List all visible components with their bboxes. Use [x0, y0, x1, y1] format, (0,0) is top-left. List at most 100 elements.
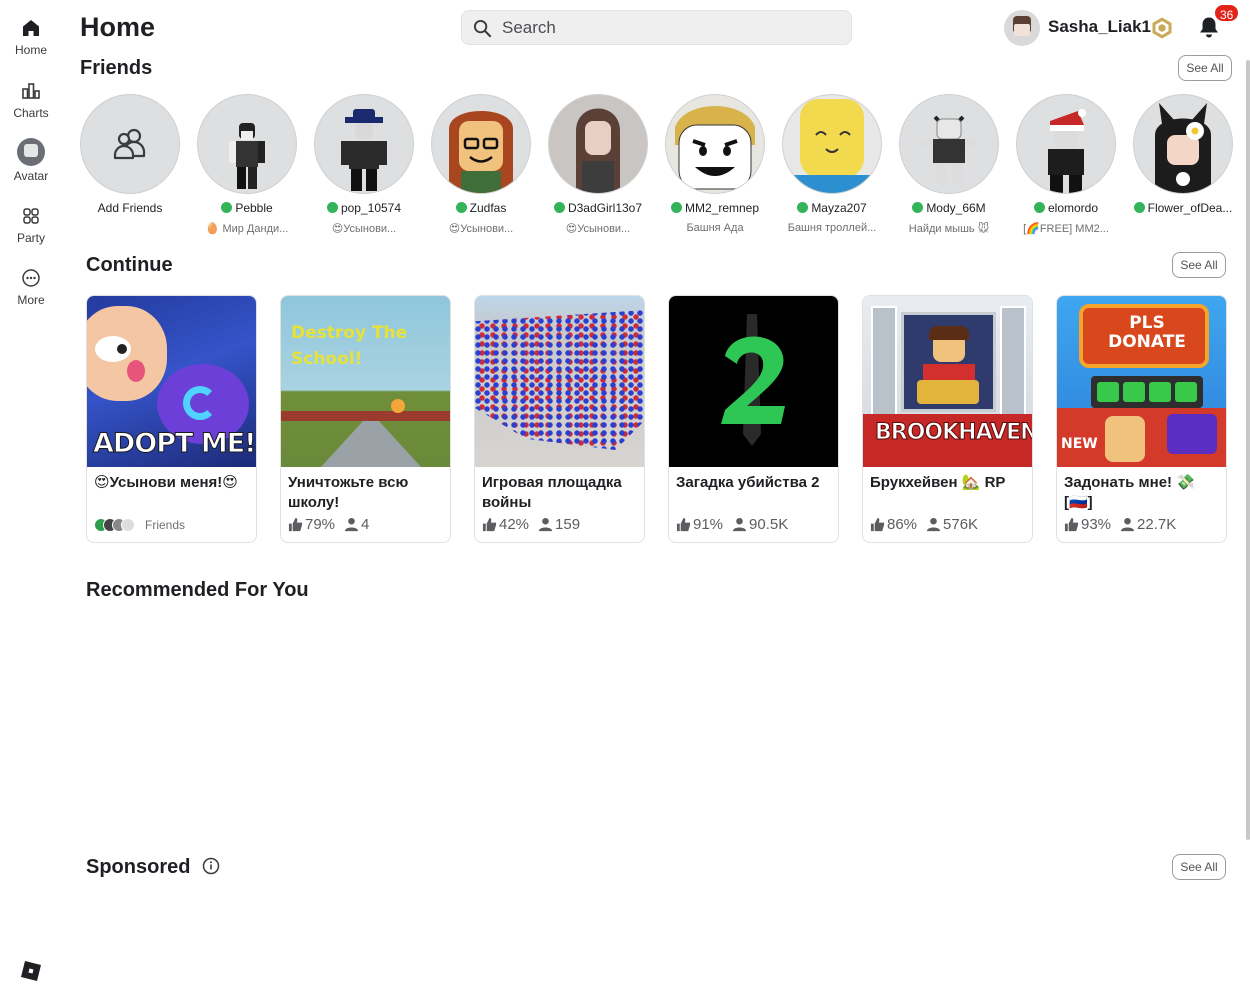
friend-status[interactable]: Башня троллей... [777, 222, 887, 234]
home-icon [23, 20, 39, 36]
friend-name: Zudfas [469, 201, 507, 215]
game-rating: 93% [1081, 516, 1112, 533]
friend-name: Pebble [235, 201, 273, 215]
user-avatar[interactable] [1004, 10, 1040, 46]
playing-friends: Friends [94, 518, 185, 532]
roblox-logo-icon[interactable] [20, 960, 42, 982]
game-players: 90.5K [749, 516, 789, 533]
game-title: Задонать мне! 💸 [🇷🇺] [1064, 474, 1195, 511]
friend-status[interactable]: 😍Усынови... [426, 222, 536, 235]
game-thumbnail[interactable]: BROOKHAVEN [863, 296, 1032, 467]
game-card-adopt-me[interactable]: ADOPT ME! 😍Усынови меня!😍 Friends [86, 295, 257, 543]
friend-status[interactable]: 😍Усынови... [309, 222, 419, 235]
online-status-dot [1033, 202, 1045, 213]
friend-tile[interactable]: Pebble 🥚 Мир Данди... [192, 94, 302, 235]
friends-section-title: Friends [80, 57, 153, 79]
nav-avatar[interactable]: Avatar [0, 138, 62, 183]
game-thumbnail[interactable]: PLS DONATE NEW [1057, 296, 1226, 467]
nav-avatar-label: Avatar [13, 169, 49, 183]
mm2-logo-icon [721, 314, 785, 446]
thumbnail-title: PLS DONATE [1108, 313, 1186, 352]
game-players: 576K [943, 516, 979, 533]
avatar-figure-icon [921, 115, 977, 183]
search-icon [473, 19, 492, 38]
friend-avatar[interactable] [782, 94, 882, 194]
friend-name: MM2_remnep [684, 201, 760, 215]
online-status-dot [455, 202, 467, 213]
friend-avatar[interactable] [665, 94, 765, 194]
players-icon [538, 517, 553, 532]
thumbnail-title: ADOPT ME! [93, 428, 256, 460]
add-friends-tile[interactable]: Add Friends [75, 94, 185, 215]
nav-home[interactable]: Home [0, 16, 62, 57]
add-friends-circle[interactable] [80, 94, 180, 194]
friend-avatar[interactable] [1133, 94, 1233, 194]
friend-tile[interactable]: Mayza207 Башня троллей... [777, 94, 887, 234]
friend-tile[interactable]: Zudfas 😍Усынови... [426, 94, 536, 235]
game-card-brookhaven[interactable]: BROOKHAVEN Брукхейвен 🏡 RP 86% 576K [862, 295, 1033, 543]
avatar-figure-icon [675, 106, 755, 190]
friend-name: Mayza207 [811, 201, 867, 215]
friend-avatar[interactable] [431, 94, 531, 194]
info-icon[interactable] [202, 857, 220, 875]
robux-icon[interactable] [1150, 16, 1174, 40]
game-thumbnail[interactable] [669, 296, 838, 467]
online-status-dot [1133, 202, 1145, 213]
game-rating: 91% [693, 516, 724, 533]
friend-status[interactable]: Найди мышь 🐭 [894, 222, 1004, 235]
friend-avatar[interactable] [548, 94, 648, 194]
friend-status[interactable]: Башня Ада [660, 222, 770, 234]
friend-avatar[interactable] [197, 94, 297, 194]
search-input[interactable] [502, 17, 832, 39]
friends-label: Friends [145, 518, 186, 532]
nav-charts[interactable]: Charts [0, 79, 62, 120]
friends-see-all-button[interactable]: See All [1178, 55, 1232, 81]
friend-name: Flower_ofDea... [1147, 201, 1233, 215]
continue-see-all-button[interactable]: See All [1172, 252, 1226, 278]
friend-tile[interactable]: D3adGirl13o7 😍Усынови... [543, 94, 653, 235]
friend-avatar[interactable] [899, 94, 999, 194]
friend-tile[interactable]: pop_10574 😍Усынови... [309, 94, 419, 235]
nav-party[interactable]: Party [0, 204, 62, 245]
thumbs-up-icon [1064, 517, 1079, 532]
sponsored-see-all-button[interactable]: See All [1172, 854, 1226, 880]
new-badge: NEW [1061, 436, 1098, 452]
friend-name: D3adGirl13o7 [567, 201, 643, 215]
friend-status[interactable]: [🌈FREE] MM2... [1011, 222, 1121, 235]
game-card-murder-mystery-2[interactable]: Загадка убийства 2 91% 90.5K [668, 295, 839, 543]
friend-status[interactable]: 😍Усынови... [543, 222, 653, 235]
notification-count-badge: 36 [1213, 3, 1241, 23]
game-card-destroy-the-school[interactable]: Destroy The School! Уничтожьте всю школу… [280, 295, 451, 543]
avatar-figure-icon [1155, 103, 1211, 193]
online-status-dot [912, 202, 924, 213]
thumbnail-title: Destroy The School! [291, 323, 408, 369]
players-icon [1120, 517, 1135, 532]
game-card-war-playground[interactable]: Игровая площадка войны 42% 159 [474, 295, 645, 543]
friend-avatar[interactable] [1016, 94, 1116, 194]
game-rating: 79% [305, 516, 336, 533]
friend-avatar[interactable] [314, 94, 414, 194]
avatar-icon [17, 138, 45, 166]
nav-home-label: Home [14, 43, 47, 57]
nav-more[interactable]: More [0, 266, 62, 307]
friend-status[interactable]: 🥚 Мир Данди... [192, 222, 302, 235]
search-bar[interactable] [461, 10, 852, 45]
friend-mini-avatar [121, 518, 135, 532]
thumbs-up-icon [288, 517, 303, 532]
friend-tile[interactable]: Flower_ofDea... [1128, 94, 1238, 222]
avatar-figure-icon [576, 108, 620, 193]
username[interactable]: Sasha_Liak1 [1048, 17, 1151, 37]
game-thumbnail[interactable]: Destroy The School! [281, 296, 450, 467]
game-thumbnail[interactable] [475, 296, 644, 467]
game-card-pls-donate[interactable]: PLS DONATE NEW Задонать мне! 💸 [🇷🇺] 93% … [1056, 295, 1227, 543]
continue-section-title: Continue [86, 254, 173, 276]
friend-tile[interactable]: MM2_remnep Башня Ада [660, 94, 770, 234]
nav-charts-label: Charts [13, 106, 49, 120]
players-icon [926, 517, 941, 532]
thumbs-up-icon [482, 517, 497, 532]
page-scrollbar[interactable] [1246, 60, 1250, 840]
friend-tile[interactable]: Mody_66M Найди мышь 🐭 [894, 94, 1004, 235]
game-thumbnail[interactable]: ADOPT ME! [87, 296, 256, 467]
friend-tile[interactable]: elomordo [🌈FREE] MM2... [1011, 94, 1121, 235]
sponsored-section-title: Sponsored [86, 856, 220, 879]
